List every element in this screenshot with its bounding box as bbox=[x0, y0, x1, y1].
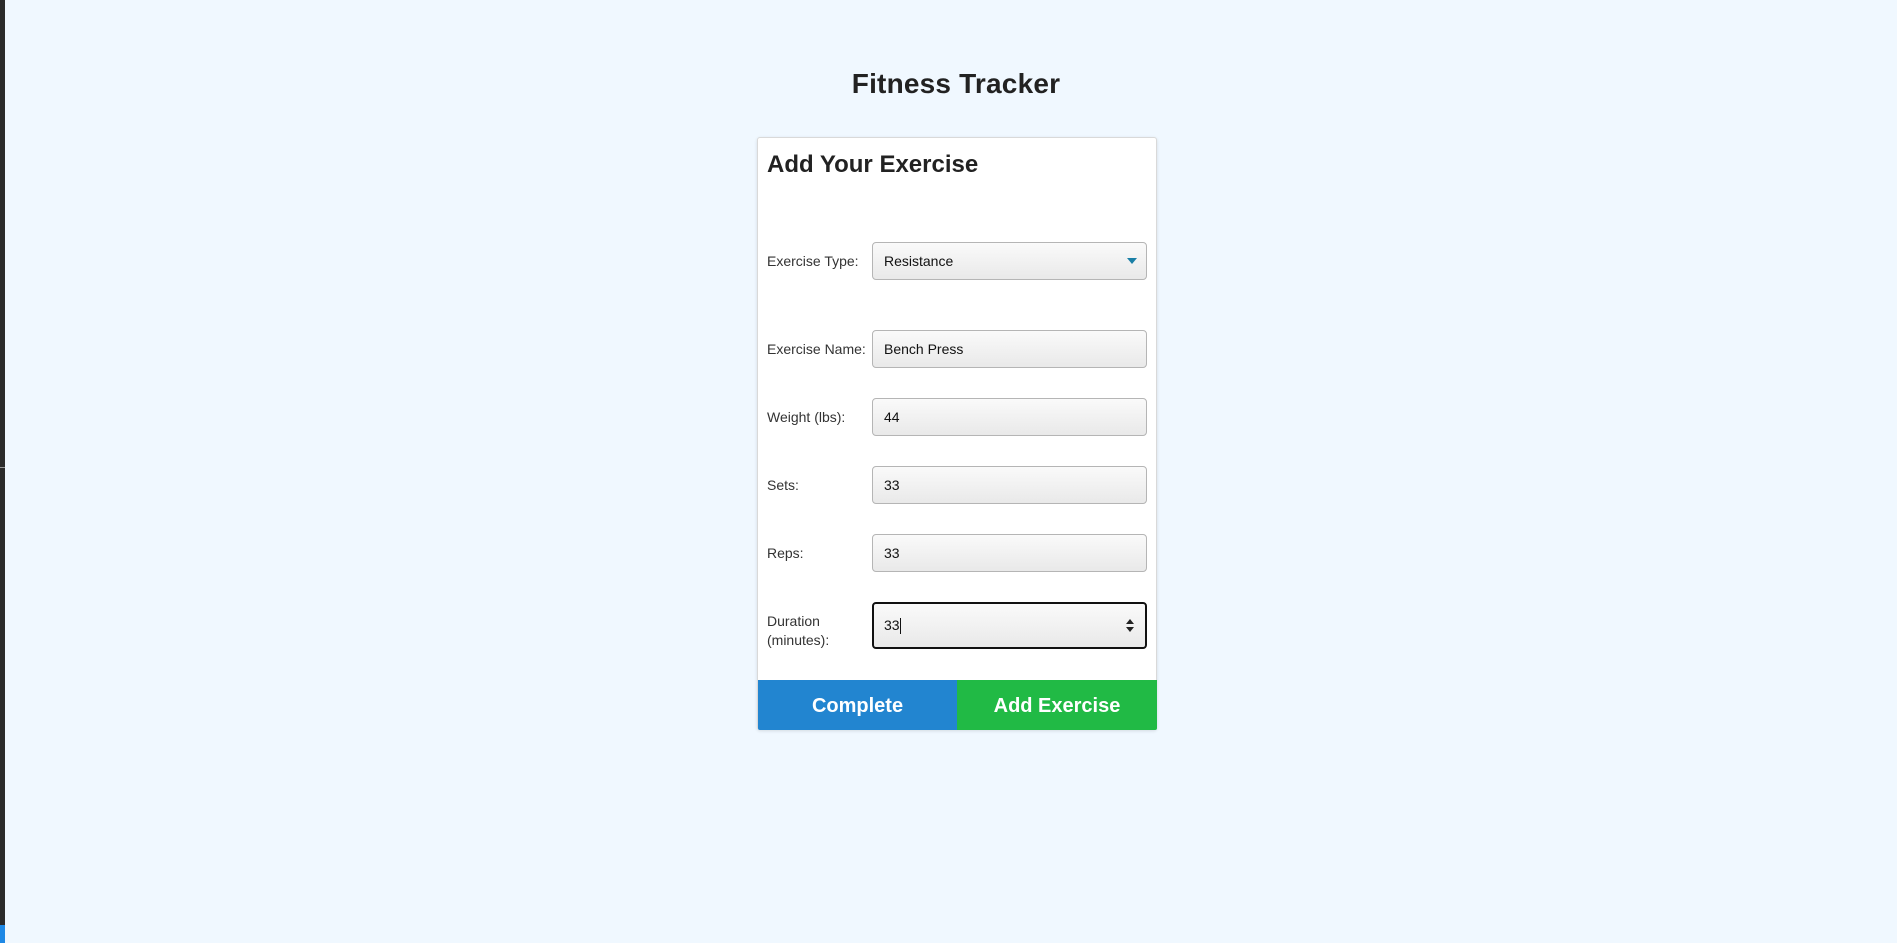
weight-value: 44 bbox=[884, 409, 900, 425]
reps-input[interactable]: 33 bbox=[872, 534, 1147, 572]
dropdown-arrow-icon bbox=[1127, 258, 1137, 264]
text-caret bbox=[899, 618, 901, 635]
sets-value: 33 bbox=[884, 477, 900, 493]
duration-label: Duration (minutes): bbox=[767, 612, 857, 650]
add-exercise-button[interactable]: Add Exercise bbox=[957, 680, 1157, 730]
complete-button[interactable]: Complete bbox=[758, 680, 957, 730]
exercise-type-label: Exercise Type: bbox=[767, 253, 859, 269]
duration-input[interactable]: 33 bbox=[872, 602, 1147, 649]
window-left-edge bbox=[0, 0, 5, 943]
window-left-edge-accent bbox=[0, 925, 5, 943]
duration-label-line1: Duration bbox=[767, 613, 820, 629]
weight-label: Weight (lbs): bbox=[767, 409, 846, 425]
exercise-name-label: Exercise Name: bbox=[767, 341, 866, 357]
number-spinner-icon[interactable] bbox=[1126, 619, 1134, 633]
page-title: Fitness Tracker bbox=[851, 68, 1061, 99]
reps-label: Reps: bbox=[767, 545, 804, 561]
sets-input[interactable]: 33 bbox=[872, 466, 1147, 504]
window-left-edge-tick bbox=[0, 467, 5, 468]
spinner-down-icon[interactable] bbox=[1126, 627, 1134, 632]
exercise-type-select[interactable]: Resistance bbox=[872, 242, 1147, 280]
duration-value: 33 bbox=[884, 617, 900, 633]
exercise-name-value: Bench Press bbox=[884, 341, 964, 357]
spinner-up-icon[interactable] bbox=[1126, 619, 1134, 624]
exercise-name-input[interactable]: Bench Press bbox=[872, 330, 1147, 368]
add-exercise-card: Add Your Exercise Exercise Type: Resista… bbox=[757, 137, 1157, 730]
reps-value: 33 bbox=[884, 545, 900, 561]
duration-label-line2: (minutes): bbox=[767, 632, 830, 648]
weight-input[interactable]: 44 bbox=[872, 398, 1147, 436]
exercise-type-selected-value: Resistance bbox=[884, 253, 954, 269]
card-title: Add Your Exercise bbox=[767, 151, 979, 178]
sets-label: Sets: bbox=[767, 477, 799, 493]
